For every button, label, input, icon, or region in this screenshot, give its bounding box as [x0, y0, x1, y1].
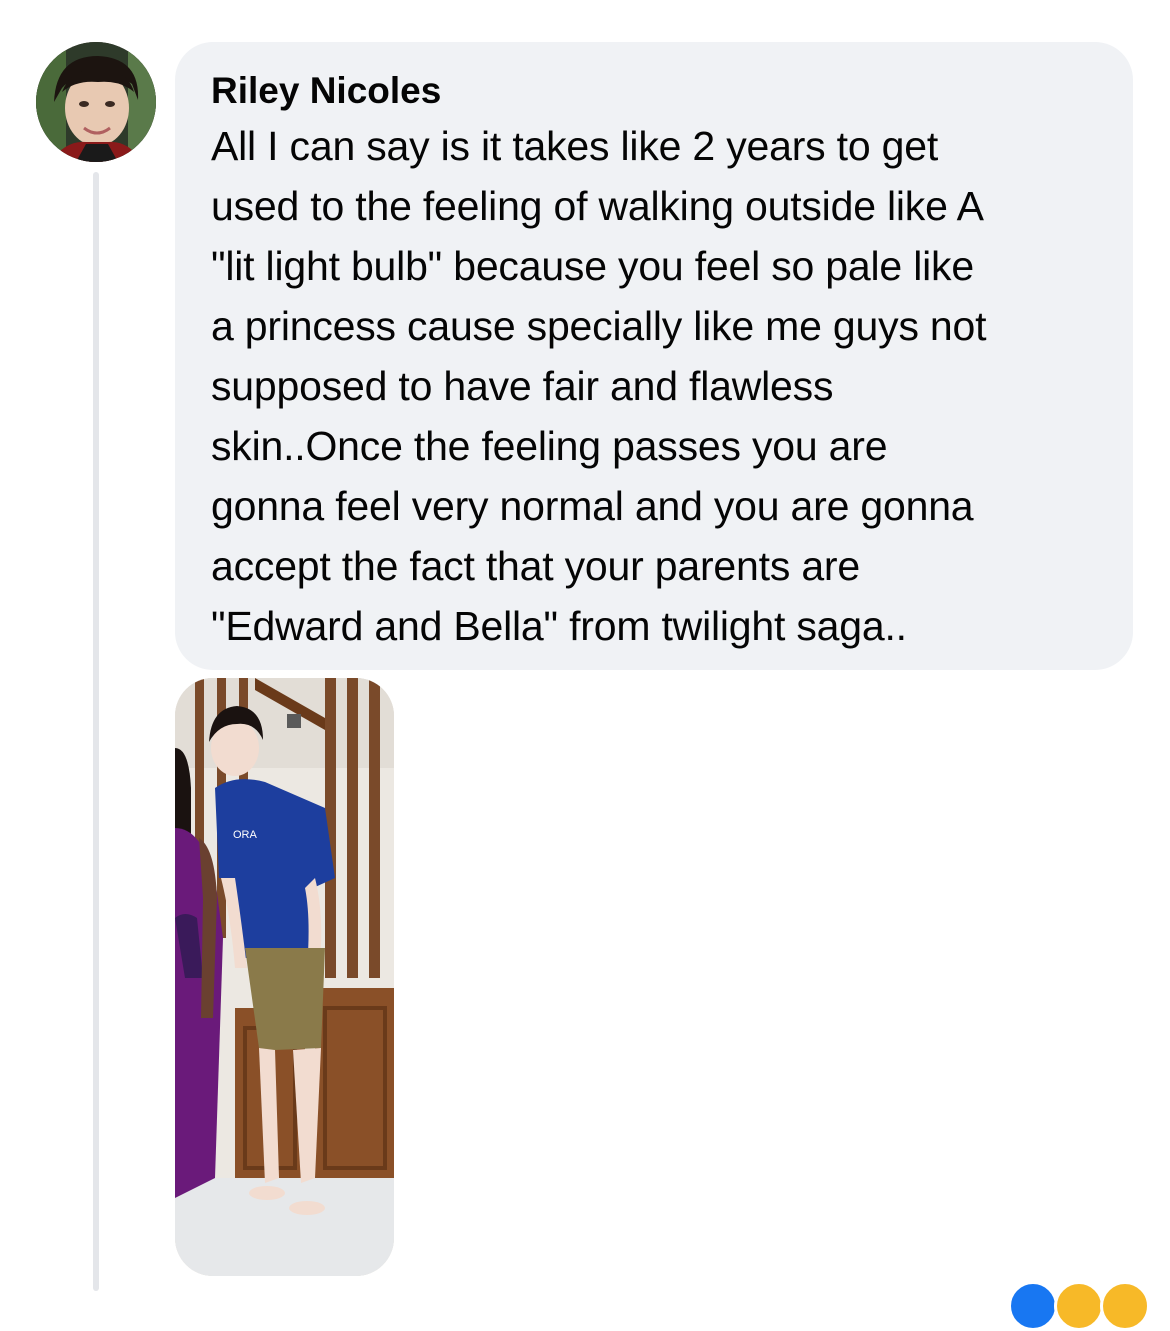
comment-bubble: Riley Nicoles All I can say is it takes … [175, 42, 1133, 670]
photo-attachment-image: ORA [175, 678, 394, 1276]
thread-line [93, 172, 99, 1291]
wow-reaction-icon [1100, 1281, 1150, 1331]
comment-author-name[interactable]: Riley Nicoles [211, 68, 1103, 114]
svg-text:ORA: ORA [233, 829, 258, 841]
profile-photo-icon [36, 42, 156, 162]
comment-text: All I can say is it takes like 2 years t… [211, 123, 987, 649]
haha-reaction-icon [1054, 1281, 1104, 1331]
like-reaction-icon [1008, 1281, 1058, 1331]
reaction-summary[interactable] [1008, 1281, 1168, 1331]
author-avatar[interactable] [36, 42, 156, 162]
comment-photo-attachment[interactable]: ORA [175, 678, 394, 1276]
